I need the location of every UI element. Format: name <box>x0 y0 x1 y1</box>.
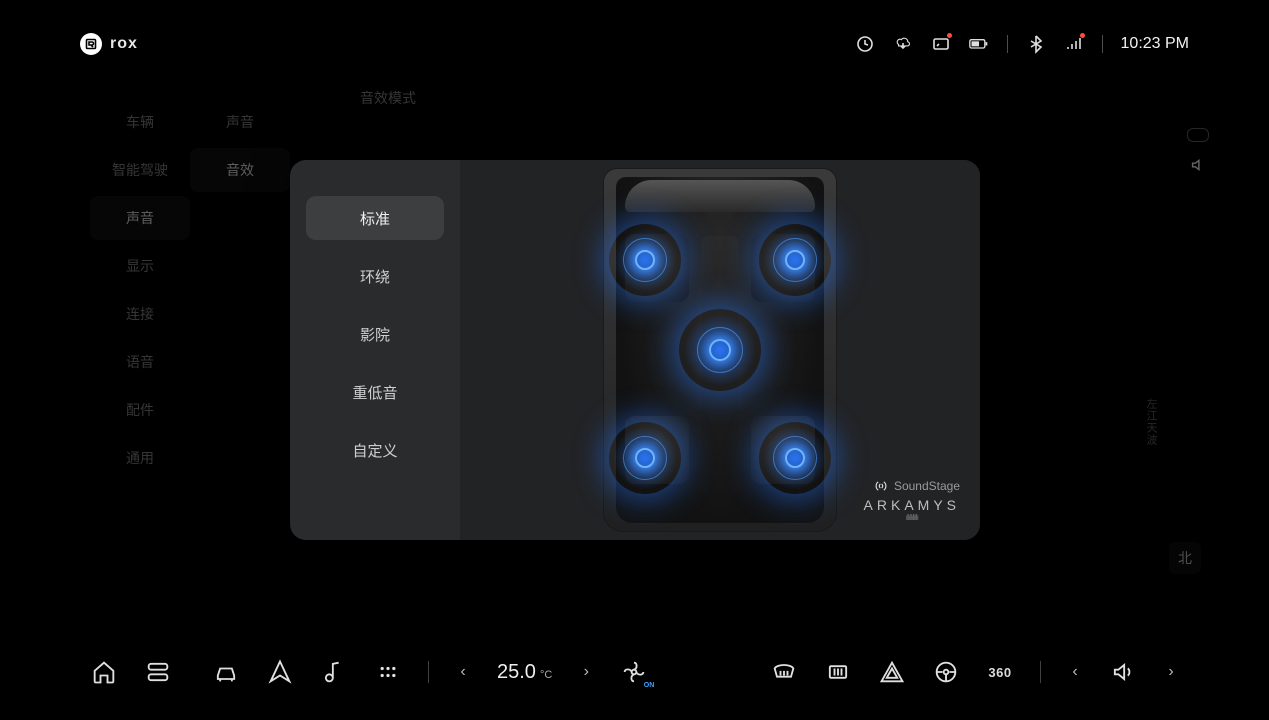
apps-icon[interactable] <box>144 658 172 686</box>
battery-icon <box>969 34 989 54</box>
sound-mode-option[interactable]: 环绕 <box>306 254 444 298</box>
fan-on-label: ON <box>644 682 655 689</box>
signal-icon <box>1064 34 1084 54</box>
soundstage-label: SoundStage <box>894 479 960 493</box>
sound-mode-option[interactable]: 影院 <box>306 312 444 356</box>
bg-section-title: 音效模式 <box>360 88 416 108</box>
bluetooth-icon[interactable] <box>1026 34 1046 54</box>
home-icon[interactable] <box>90 658 118 686</box>
bg-subnav-item[interactable]: 声音 <box>190 100 290 144</box>
sound-mode-list: 标准环绕影院重低音自定义 <box>290 160 460 540</box>
sound-mode-option[interactable]: 重低音 <box>306 370 444 414</box>
bg-subnav-item[interactable]: 音效 <box>190 148 290 192</box>
separator <box>1007 35 1008 53</box>
grid-icon[interactable] <box>374 658 402 686</box>
bg-nav-item[interactable]: 通用 <box>90 436 190 480</box>
clock: 10:23 PM <box>1121 35 1189 53</box>
status-bar: rox 10:23 PM <box>50 20 1219 68</box>
defrost-front-icon[interactable] <box>770 658 798 686</box>
temperature-unit: °C <box>540 669 552 681</box>
bg-nav-item[interactable]: 显示 <box>90 244 190 288</box>
waveform-icon: ıllıllıllıllı <box>864 513 960 522</box>
volume-up-button[interactable]: › <box>1163 663 1179 681</box>
car-top-view <box>585 166 855 534</box>
bg-left-nav: 车辆智能驾驶声音显示连接语音配件通用 <box>90 68 190 644</box>
temp-down-button[interactable]: ‹ <box>455 663 471 681</box>
hazard-icon[interactable] <box>878 658 906 686</box>
bg-vertical-label: 左江天波 <box>1143 398 1159 446</box>
toggle-icon <box>1187 128 1209 142</box>
speaker-center-icon <box>679 309 761 391</box>
speaker-front-left-icon <box>609 224 681 296</box>
arkamys-label: ARKAMYS <box>864 497 960 513</box>
bg-sub-nav: 声音音效 <box>190 68 290 644</box>
bg-nav-item[interactable]: 语音 <box>90 340 190 384</box>
brand-logo-icon <box>80 33 102 55</box>
bg-nav-item[interactable]: 车辆 <box>90 100 190 144</box>
fan-icon[interactable]: ON <box>620 658 648 686</box>
temp-up-button[interactable]: › <box>578 663 594 681</box>
defrost-rear-icon[interactable] <box>824 658 852 686</box>
separator <box>428 661 429 683</box>
temperature-value: 25.0 <box>497 661 536 684</box>
bg-nav-item[interactable]: 声音 <box>90 196 190 240</box>
music-icon[interactable] <box>320 658 348 686</box>
sound-mode-preview: SoundStage ARKAMYS ıllıllıllıllı <box>460 160 980 540</box>
volume-icon[interactable] <box>1109 658 1137 686</box>
speaker-icon <box>1189 156 1207 174</box>
bg-right-rail <box>1187 128 1209 174</box>
refresh-icon[interactable] <box>855 34 875 54</box>
bg-nav-item[interactable]: 连接 <box>90 292 190 336</box>
volume-down-button[interactable]: ‹ <box>1067 663 1083 681</box>
separator <box>1040 661 1041 683</box>
soundstage-icon <box>874 479 888 493</box>
sound-mode-option[interactable]: 自定义 <box>306 428 444 472</box>
sound-mode-option[interactable]: 标准 <box>306 196 444 240</box>
bg-nav-item[interactable]: 智能驾驶 <box>90 148 190 192</box>
separator <box>1102 35 1103 53</box>
bg-nav-item[interactable]: 配件 <box>90 388 190 432</box>
speaker-rear-left-icon <box>609 422 681 494</box>
sound-mode-modal: 标准环绕影院重低音自定义 SoundStage ARKAMYS <box>290 160 980 540</box>
steering-icon[interactable] <box>932 658 960 686</box>
audio-brand-block: SoundStage ARKAMYS ıllıllıllıllı <box>864 479 960 522</box>
temperature-readout[interactable]: 25.0 °C <box>497 661 552 684</box>
navigation-icon[interactable] <box>266 658 294 686</box>
car-icon[interactable] <box>212 658 240 686</box>
label-360: 360 <box>988 665 1011 680</box>
message-icon[interactable] <box>931 34 951 54</box>
camera-360-icon[interactable]: 360 <box>986 658 1014 686</box>
cloud-download-icon[interactable] <box>893 34 913 54</box>
compass-north: 北 <box>1169 542 1201 574</box>
speaker-front-right-icon <box>759 224 831 296</box>
bottom-dock: ‹ 25.0 °C › ON 360 ‹ › <box>50 644 1219 700</box>
speaker-rear-right-icon <box>759 422 831 494</box>
brand-name: rox <box>110 35 138 53</box>
